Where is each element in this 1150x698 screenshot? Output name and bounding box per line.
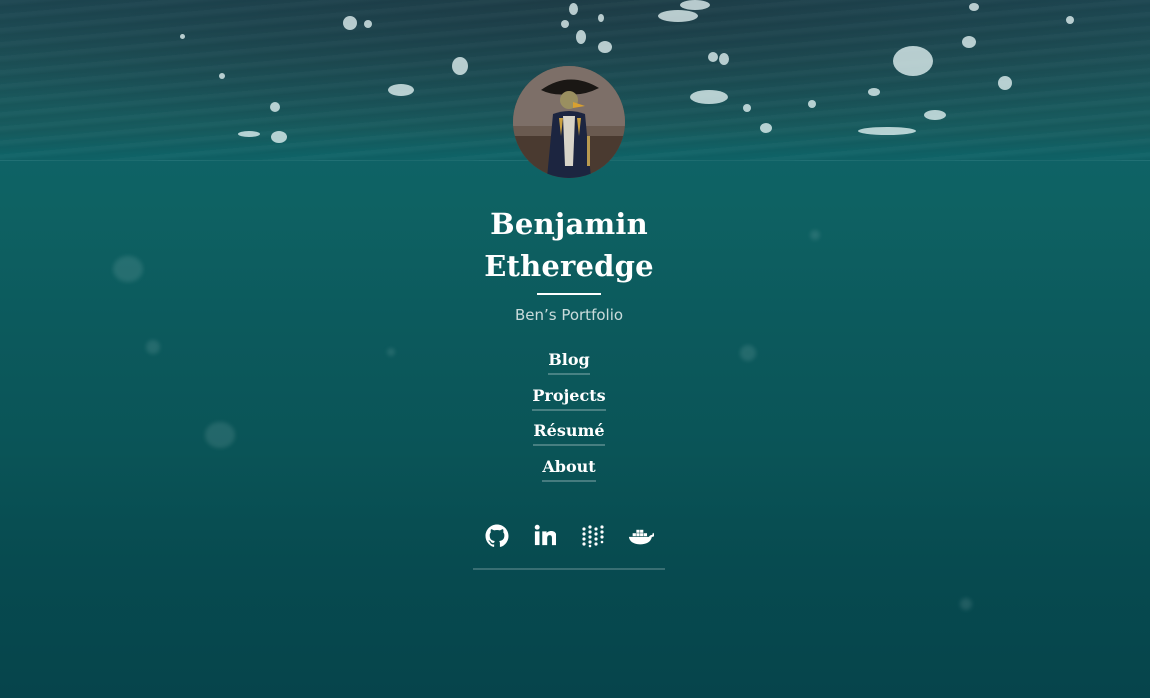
name-line-last: Etheredge	[484, 249, 654, 283]
docker-link[interactable]	[627, 519, 655, 555]
linkedin-icon	[534, 524, 556, 546]
docker-icon	[628, 529, 654, 545]
nav-item-projects: Projects	[0, 385, 1138, 421]
github-link[interactable]	[483, 519, 511, 555]
avatar	[513, 66, 625, 178]
nav-item-resume: Résumé	[0, 420, 1138, 456]
meetup-link[interactable]	[579, 519, 607, 555]
site-tagline: Ben’s Portfolio	[514, 306, 624, 324]
main-navigation: Blog Projects Résumé About	[0, 349, 1138, 491]
github-icon	[485, 524, 509, 547]
nav-item-about: About	[0, 456, 1138, 492]
site-owner-name: Benjamin Etheredge	[0, 203, 1138, 287]
nav-link-about[interactable]: About	[542, 456, 596, 482]
meetup-dots-icon	[582, 525, 604, 548]
nav-link-blog[interactable]: Blog	[548, 349, 590, 375]
social-divider	[473, 568, 665, 570]
nav-link-resume[interactable]: Résumé	[533, 420, 605, 446]
social-links	[473, 519, 665, 555]
nav-link-projects[interactable]: Projects	[532, 385, 606, 411]
nav-item-blog: Blog	[0, 349, 1138, 385]
linkedin-link[interactable]	[531, 519, 559, 555]
profile-card: Benjamin Etheredge Ben’s Portfolio Blog …	[0, 0, 1150, 698]
name-line-first: Benjamin	[490, 207, 648, 241]
name-divider	[537, 293, 601, 295]
